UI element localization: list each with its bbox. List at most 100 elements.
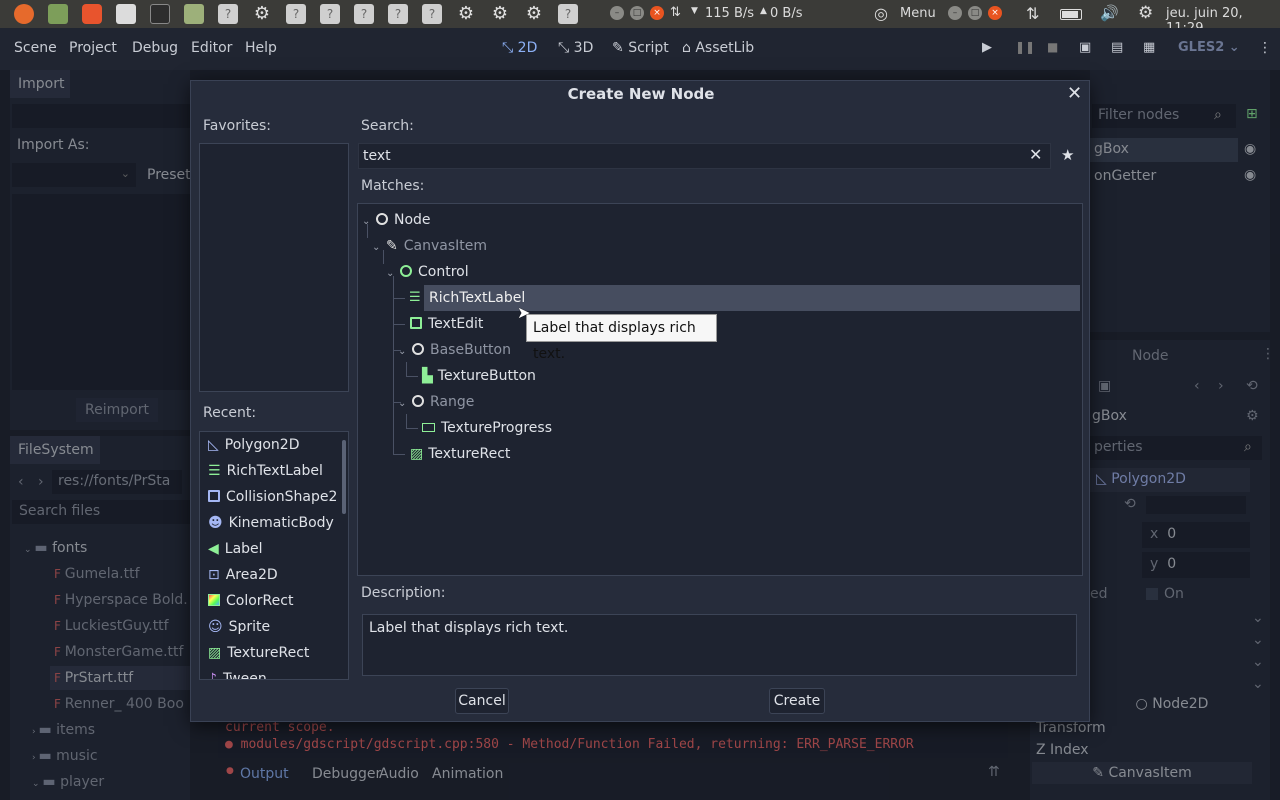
search-input[interactable] — [358, 143, 1051, 169]
menu-help[interactable]: Help — [245, 40, 277, 56]
chevron-down-icon[interactable]: ⌄ — [398, 391, 412, 417]
recent-item[interactable]: ⊡ Area2D — [208, 562, 278, 588]
net-up: 0 B/s — [770, 6, 803, 21]
minimize-icon[interactable]: – — [948, 6, 962, 20]
chevron-down-icon[interactable]: ⌄ — [372, 235, 386, 261]
gear-icon[interactable]: ⚙ — [456, 4, 476, 24]
more-vertical-icon[interactable]: ⋮ — [1258, 40, 1272, 56]
recent-item[interactable]: ▨ TextureRect — [208, 640, 309, 666]
close-icon[interactable]: × — [650, 6, 664, 20]
renderer-select[interactable]: GLES2 ⌄ — [1178, 40, 1240, 55]
network-transfer-icon[interactable]: ⇅ — [1026, 4, 1039, 23]
volume-icon[interactable]: 🔊 — [1100, 4, 1119, 22]
gear-icon[interactable]: ⚙ — [490, 4, 510, 24]
unknown-app-icon[interactable]: ? — [218, 4, 238, 24]
tree-item-range[interactable]: ⌄ Range — [398, 389, 474, 415]
unknown-app-icon[interactable]: ? — [354, 4, 374, 24]
unknown-app-icon[interactable]: ? — [286, 4, 306, 24]
stop-icon[interactable]: ■ — [1047, 40, 1058, 54]
clear-search-icon[interactable]: ✕ — [1029, 145, 1042, 164]
minimize-icon[interactable]: – — [610, 6, 624, 20]
menu-editor[interactable]: Editor — [191, 40, 232, 56]
unknown-app-icon[interactable]: ? — [388, 4, 408, 24]
menu-scene[interactable]: Scene — [14, 40, 57, 56]
network-arrows-icon: ⇅ — [670, 5, 681, 20]
favorite-star-icon[interactable]: ★ — [1061, 146, 1074, 164]
battery-icon[interactable] — [1060, 9, 1082, 20]
recent-item[interactable]: ☺ Sprite — [208, 614, 270, 640]
tree-item-control[interactable]: ⌄ Control — [386, 259, 469, 285]
menu-debug[interactable]: Debug — [132, 40, 178, 56]
tree-item-textureprogress[interactable]: TextureProgress — [422, 415, 552, 441]
search-label: Search: — [361, 118, 414, 134]
workspace-2d[interactable]: ⤡ 2D — [502, 40, 537, 56]
tree-guide — [393, 324, 405, 325]
play-icon[interactable]: ▶ — [982, 40, 992, 55]
tree-item-texturebutton[interactable]: ▙ TextureButton — [422, 363, 536, 389]
brave-icon[interactable] — [82, 4, 102, 24]
sprite-icon: ☺ — [208, 619, 223, 635]
close-icon[interactable]: × — [988, 6, 1002, 20]
gear-icon[interactable]: ⚙ — [524, 4, 544, 24]
movie-icon[interactable]: ▦ — [1143, 40, 1155, 55]
download-icon: ▼ — [691, 6, 698, 16]
create-button[interactable]: Create — [769, 688, 825, 714]
recent-item[interactable]: ColorRect — [208, 588, 293, 614]
recent-item[interactable]: ◺ Polygon2D — [208, 432, 299, 458]
tree-item-texturerect[interactable]: ▨ TextureRect — [410, 441, 510, 467]
firefox-icon[interactable] — [14, 4, 34, 24]
kinematicbody-icon: ☻ — [208, 515, 223, 531]
tree-guide — [393, 276, 394, 454]
menu-project[interactable]: Project — [69, 40, 117, 56]
tooltip: Label that displays rich text. — [526, 314, 717, 362]
3d-icon: ⤡ — [558, 40, 574, 56]
maximize-icon[interactable]: □ — [968, 6, 982, 20]
recent-list[interactable]: ◺ Polygon2D ☰ RichTextLabel CollisionShape… — [199, 431, 349, 680]
play-custom-scene-icon[interactable]: ▤ — [1111, 40, 1123, 55]
tree-item-textedit[interactable]: TextEdit — [410, 311, 483, 337]
settings-gear-icon[interactable]: ⚙ — [1138, 3, 1153, 23]
close-icon[interactable]: ✕ — [1067, 83, 1082, 104]
texturerect-icon: ▨ — [208, 645, 222, 661]
recent-item[interactable]: ☻ KinematicBody — [208, 510, 334, 536]
tree-item-node[interactable]: ⌄ Node — [362, 207, 431, 233]
cancel-button[interactable]: Cancel — [455, 688, 509, 714]
system-taskbar: ? ⚙ ? ? ? ? ? ⚙ ⚙ ⚙ ? – □ × ⇅ ▼ 115 B/s … — [0, 0, 1280, 36]
unknown-app-icon[interactable]: ? — [422, 4, 442, 24]
recent-item[interactable]: ☰ RichTextLabel — [208, 458, 323, 484]
unknown-app-icon[interactable]: ? — [558, 4, 578, 24]
recent-scrollbar[interactable] — [342, 440, 346, 514]
play-scene-icon[interactable]: ▣ — [1079, 40, 1091, 55]
chevron-down-icon[interactable]: ⌄ — [398, 339, 412, 365]
dialog-title: Create New Node — [567, 85, 715, 103]
chevron-down-icon[interactable]: ⌄ — [362, 209, 376, 235]
terminal-icon[interactable] — [150, 4, 170, 24]
circle-white-icon — [412, 343, 424, 355]
gear-icon[interactable]: ⚙ — [252, 4, 272, 24]
recent-item[interactable]: CollisionShape2 — [208, 484, 337, 510]
recent-item[interactable]: ♪ Tween — [208, 666, 267, 679]
pause-icon[interactable]: ❚❚ — [1015, 40, 1035, 54]
tree-item-canvasitem[interactable]: ⌄ ✎ CanvasItem — [372, 233, 487, 259]
script-icon: ✎ — [612, 40, 629, 56]
workspace-3d[interactable]: ⤡ 3D — [558, 40, 593, 56]
recent-item[interactable]: ◀ Label — [208, 536, 263, 562]
texturerect-icon: ▨ — [410, 446, 424, 462]
circle-white-icon — [376, 213, 388, 225]
tree-guide — [406, 428, 418, 429]
image-viewer-icon[interactable] — [48, 4, 68, 24]
notes-icon[interactable] — [184, 4, 204, 24]
maximize-icon[interactable]: □ — [630, 6, 644, 20]
camera-icon[interactable] — [116, 4, 136, 24]
textedit-icon — [410, 317, 422, 329]
unknown-app-icon[interactable]: ? — [320, 4, 340, 24]
matches-label: Matches: — [361, 178, 425, 194]
menu-label[interactable]: Menu — [900, 6, 936, 21]
workspace-script[interactable]: ✎ Script — [612, 40, 669, 56]
tree-guide — [406, 376, 418, 377]
chevron-down-icon[interactable]: ⌄ — [386, 261, 400, 287]
tree-item-basebutton[interactable]: ⌄ BaseButton — [398, 337, 511, 363]
workspace-assetlib[interactable]: ⌂ AssetLib — [682, 40, 754, 56]
texturebutton-icon: ▙ — [422, 368, 433, 384]
favorites-list[interactable] — [199, 143, 349, 392]
